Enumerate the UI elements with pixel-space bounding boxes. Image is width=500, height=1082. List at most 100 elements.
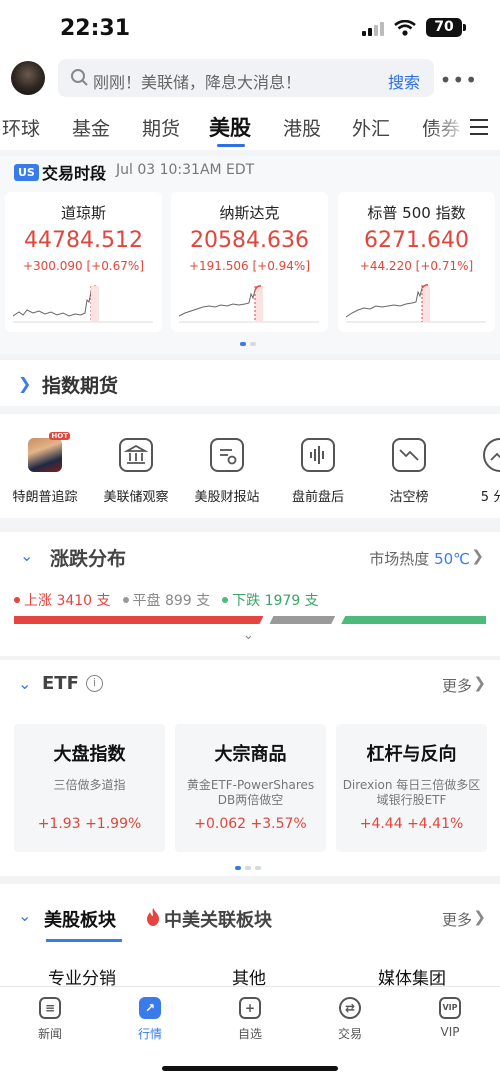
- search-row: 刚刚！美联储，降息大消息！ 搜索 •••: [0, 56, 500, 102]
- index-overview: US 交易时段 Jul 03 10:31AM EDT 道琼斯 44784.512…: [0, 156, 500, 354]
- tab-china-us-sectors[interactable]: 中美关联板块: [164, 906, 272, 932]
- chevron-down-icon[interactable]: ⌄: [20, 546, 33, 565]
- shortcut-fed-watch[interactable]: 美联储观察: [91, 438, 181, 505]
- chart-down-icon: [392, 438, 426, 472]
- carousel-indicator: [240, 342, 256, 346]
- etf-card-leveraged[interactable]: 杠杆与反向 Direxion 每日三倍做多区域银行股ETF +4.44 +4.4…: [336, 724, 487, 852]
- market-heat-value: 50℃: [434, 550, 470, 568]
- menu-icon[interactable]: [470, 119, 488, 140]
- search-icon: [71, 69, 88, 86]
- vip-icon: VIP: [439, 997, 461, 1019]
- etf-more-link[interactable]: 更多: [442, 675, 472, 696]
- signal-icon: [362, 20, 384, 36]
- advance-decline-panel: ⌄ 涨跌分布 市场热度 50℃ ❯ 上涨 3410 支 平盘 899 支 下跌 …: [0, 532, 500, 656]
- us-badge: US: [14, 164, 39, 181]
- status-icons: 70: [362, 18, 466, 37]
- distribution-counts: 上涨 3410 支 平盘 899 支 下跌 1979 支: [14, 590, 319, 610]
- more-icon[interactable]: •••: [440, 68, 478, 92]
- search-button[interactable]: 搜索: [388, 69, 420, 93]
- active-tab-indicator: [217, 144, 245, 147]
- news-icon: ≡: [39, 997, 61, 1019]
- index-value: 20584.636: [190, 228, 309, 253]
- search-placeholder: 刚刚！美联储，降息大消息！: [93, 73, 302, 92]
- sparkline: [346, 284, 486, 323]
- home-indicator: [162, 1066, 338, 1071]
- report-icon: [210, 438, 244, 472]
- chevron-down-icon[interactable]: ⌄: [18, 674, 31, 693]
- index-change: +44.220 [+0.71%]: [359, 259, 474, 273]
- tab-forex[interactable]: 外汇: [352, 114, 390, 141]
- wifi-icon: [394, 19, 416, 36]
- nav-news[interactable]: ≡ 新闻: [20, 997, 80, 1042]
- nav-vip[interactable]: VIP VIP: [420, 997, 480, 1039]
- index-futures-row[interactable]: ❯ 指数期货: [0, 360, 500, 406]
- trading-datetime: Jul 03 10:31AM EDT: [116, 162, 255, 178]
- index-futures-title: 指数期货: [42, 375, 119, 397]
- index-card-sp500[interactable]: 标普 500 指数 6271.640 +44.220 [+0.71%]: [338, 192, 495, 332]
- up-count: 上涨 3410 支: [14, 590, 111, 610]
- index-name: 标普 500 指数: [367, 204, 466, 222]
- battery-icon: 70: [426, 18, 466, 37]
- distribution-segment-flat: [269, 616, 335, 624]
- exchange-icon: ⇄: [339, 997, 361, 1019]
- distribution-segment-up: [14, 616, 263, 624]
- chevron-right-icon: ❯: [473, 908, 486, 926]
- hot-badge: HOT: [49, 432, 70, 440]
- index-name: 纳斯达克: [219, 204, 280, 222]
- nav-watchlist[interactable]: + 自选: [220, 997, 280, 1042]
- fire-icon: [147, 908, 159, 926]
- index-card-dow[interactable]: 道琼斯 44784.512 +300.090 [+0.67%]: [5, 192, 162, 332]
- shortcut-short-list[interactable]: 沽空榜: [364, 438, 454, 505]
- etf-title: ETF: [42, 673, 79, 694]
- carousel-indicator: [235, 866, 261, 870]
- active-tab-indicator: [46, 939, 122, 942]
- down-count: 下跌 1979 支: [222, 590, 319, 610]
- tab-us-stocks[interactable]: 美股: [209, 112, 251, 142]
- tab-us-sectors[interactable]: 美股板块: [44, 906, 116, 932]
- etf-card-broad-index[interactable]: 大盘指数 三倍做多道指 +1.93 +1.99%: [14, 724, 165, 852]
- market-tabs: 环球 基金 期货 美股 港股 外汇 债券: [0, 102, 500, 150]
- market-icon: ↗: [139, 997, 161, 1019]
- sector-more-link[interactable]: 更多: [442, 909, 472, 930]
- index-change: +191.506 [+0.94%]: [188, 259, 311, 273]
- tab-futures[interactable]: 期货: [142, 114, 180, 141]
- sparkline: [179, 285, 319, 323]
- plus-icon: +: [239, 997, 261, 1019]
- trading-session-label: 交易时段: [42, 164, 107, 183]
- index-card-nasdaq[interactable]: 纳斯达克 20584.636 +191.506 [+0.94%]: [171, 192, 328, 332]
- distribution-title: 涨跌分布: [50, 548, 127, 570]
- avatar[interactable]: [11, 61, 45, 95]
- shortcut-pre-post-market[interactable]: 盘前盘后: [273, 438, 363, 505]
- nav-market[interactable]: ↗ 行情: [120, 997, 180, 1042]
- tab-global[interactable]: 环球: [2, 114, 40, 141]
- info-icon[interactable]: i: [86, 675, 103, 692]
- bank-icon: [119, 438, 153, 472]
- shortcut-bar: HOT 特朗普追踪 美联储观察 美股财报站 盘前盘后 沽空榜 5 分钟: [0, 414, 500, 518]
- index-value: 6271.640: [364, 228, 469, 253]
- status-time: 22:31: [60, 16, 131, 41]
- nav-trade[interactable]: ⇄ 交易: [320, 997, 380, 1042]
- etf-card-commodities[interactable]: 大宗商品 黄金ETF-PowerShares DB两倍做空 +0.062 +3.…: [175, 724, 326, 852]
- sector-panel: ⌄ 美股板块 中美关联板块 更多 ❯ 专业分销 其他 媒体集团: [0, 884, 500, 994]
- distribution-segment-down: [341, 616, 486, 624]
- shortcut-5min[interactable]: 5 分钟: [455, 438, 500, 505]
- shortcut-earnings[interactable]: 美股财报站: [182, 438, 272, 505]
- index-change: +300.090 [+0.67%]: [22, 259, 145, 273]
- index-name: 道琼斯: [60, 204, 106, 222]
- search-input[interactable]: 刚刚！美联储，降息大消息！ 搜索: [58, 59, 434, 97]
- trump-photo-icon: HOT: [28, 432, 70, 472]
- sparkline: [13, 285, 153, 323]
- status-bar: 22:31 70: [0, 0, 500, 56]
- chevron-right-icon: ❯: [471, 547, 484, 565]
- chart-up-icon: [483, 438, 500, 472]
- expand-chevron-icon[interactable]: ⌄: [243, 628, 254, 643]
- shortcut-trump-tracker[interactable]: HOT 特朗普追踪: [0, 432, 90, 505]
- tab-fund[interactable]: 基金: [72, 114, 110, 141]
- etf-panel: ⌄ ETF i 更多 ❯ 大盘指数 三倍做多道指 +1.93 +1.99% 大宗…: [0, 660, 500, 876]
- waveform-icon: [301, 438, 335, 472]
- market-heat[interactable]: 市场热度 50℃: [369, 548, 470, 569]
- flat-count: 平盘 899 支: [122, 590, 210, 610]
- distribution-bar: [14, 616, 486, 624]
- chevron-down-icon[interactable]: ⌄: [18, 906, 31, 925]
- tab-hk-stocks[interactable]: 港股: [283, 114, 321, 141]
